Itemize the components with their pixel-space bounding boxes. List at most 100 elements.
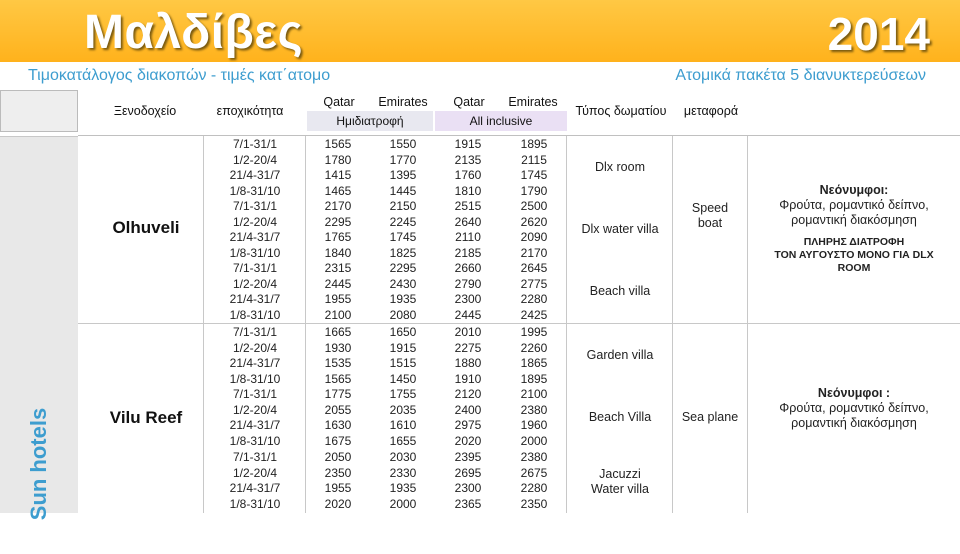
price-value: 2245 (389, 214, 417, 229)
hotel-separator (78, 323, 960, 324)
header-room-type: Τύπος δωματίου (575, 104, 667, 118)
price-value: 1770 (389, 152, 417, 167)
room-type-cell: Dlx room (567, 160, 673, 175)
header-emirates-ai: Emirates (508, 95, 558, 109)
price-value: 7/1-31/1 (232, 137, 278, 151)
price-value: 2430 (389, 276, 417, 291)
price-value: 1910 (454, 371, 482, 386)
note-extra: ROOM (837, 262, 871, 274)
price-value: 1765 (324, 230, 352, 244)
price-value: 2090 (520, 230, 548, 244)
price-value: 2300 (454, 292, 482, 306)
price-value: 7/1-31/1 (232, 199, 278, 213)
price-value: 1840 (324, 245, 352, 260)
price-value: 2500 (520, 199, 548, 213)
price-value: 2330 (389, 465, 417, 480)
price-value: 2050 (324, 450, 352, 464)
price-value: 2185 (454, 245, 482, 260)
price-value: 2280 (520, 292, 548, 306)
price-value: 2135 (454, 152, 482, 167)
room-type-cell: Garden villa (567, 348, 673, 363)
price-value: 1/8-31/10 (229, 433, 281, 448)
price-value: 1535 (324, 356, 352, 370)
header-qatar-ai: Qatar (453, 95, 485, 109)
price-value: 1565 (324, 137, 352, 151)
season-cell: 7/1-31/1 1/2-20/4 21/4-31/7 1/8-31/10 (210, 137, 300, 199)
season-cell: 7/1-31/1 1/2-20/4 21/4-31/7 1/8-31/10 (210, 450, 300, 512)
price-value: 1415 (324, 168, 352, 182)
price-value: 2380 (520, 450, 548, 464)
note-olhuveli: Νεόνυμφοι: Φρούτα, ρομαντικό δείπνο, ρομ… (748, 183, 960, 275)
price-value: 2295 (324, 214, 352, 229)
header-qatar-hb: Qatar (323, 95, 355, 109)
header-corner-box (0, 90, 78, 132)
price-value: 2170 (520, 245, 548, 260)
emirates-half-board-cell: 2030 2330 1935 2000 (369, 450, 437, 512)
emirates-all-inclusive-cell: 2380 2675 2280 2350 (500, 450, 568, 512)
price-value: 2110 (455, 230, 481, 244)
price-value: 1675 (324, 433, 352, 448)
emirates-half-board-cell: 1755 2035 1610 1655 (369, 387, 437, 449)
qatar-half-board-cell: 1665 1930 1535 1565 (304, 325, 372, 387)
price-value: 21/4-31/7 (229, 481, 281, 495)
qatar-half-board-cell: 2050 2350 1955 2020 (304, 450, 372, 512)
price-value: 2515 (454, 199, 482, 213)
price-value: 2170 (324, 199, 352, 213)
price-value: 2055 (324, 402, 352, 417)
price-value: 21/4-31/7 (229, 292, 281, 306)
price-value: 2300 (454, 481, 482, 495)
qatar-all-inclusive-cell: 2660 2790 2300 2445 (434, 261, 502, 323)
price-value: 1665 (324, 325, 352, 339)
note-title: Νεόνυμφοι: (819, 183, 889, 197)
price-value: 1760 (454, 168, 482, 182)
price-value: 1/2-20/4 (232, 214, 278, 229)
price-value: 2080 (389, 307, 417, 322)
season-cell: 7/1-31/1 1/2-20/4 21/4-31/7 1/8-31/10 (210, 325, 300, 387)
qatar-all-inclusive-cell: 2515 2640 2110 2185 (434, 199, 502, 261)
price-value: 7/1-31/1 (232, 450, 278, 464)
price-value: 2790 (454, 276, 482, 291)
price-value: 1915 (389, 340, 417, 355)
price-value: 2280 (520, 481, 548, 495)
price-value: 1610 (389, 418, 417, 432)
price-value: 2295 (389, 261, 417, 275)
price-value: 1960 (520, 418, 548, 432)
price-value: 1465 (324, 183, 352, 198)
subtitle-left: Τιμοκατάλογος διακοπών - τιμές κατ΄ατομο (28, 67, 331, 84)
price-value: 21/4-31/7 (229, 418, 281, 432)
qatar-all-inclusive-cell: 2120 2400 2975 2020 (434, 387, 502, 449)
emirates-half-board-cell: 1650 1915 1515 1450 (369, 325, 437, 387)
qatar-half-board-cell: 2315 2445 1955 2100 (304, 261, 372, 323)
title-banner: Μαλδίβες 2014 (0, 0, 960, 62)
price-value: 2380 (520, 402, 548, 417)
price-value: 2640 (454, 214, 482, 229)
note-line: ρομαντική διακόσμηση (791, 213, 917, 227)
price-value: 1445 (389, 183, 417, 198)
room-type-cell: Beach Villa (567, 410, 673, 425)
price-value: 2010 (454, 325, 482, 339)
price-value: 2350 (520, 496, 548, 511)
qatar-half-board-cell: 2170 2295 1765 1840 (304, 199, 372, 261)
transfer-text: boat (697, 216, 723, 230)
emirates-all-inclusive-cell: 2100 2380 1960 2000 (500, 387, 568, 449)
emirates-all-inclusive-cell: 1895 2115 1745 1790 (500, 137, 568, 199)
note-vilu-reef: Νεόνυμφοι : Φρούτα, ρομαντικό δείπνο, ρο… (748, 386, 960, 431)
page-year: 2014 (827, 8, 930, 60)
price-value: 2020 (324, 496, 352, 511)
price-value: 2030 (389, 450, 417, 464)
price-value: 1/2-20/4 (232, 152, 278, 167)
header-divider (78, 135, 960, 136)
emirates-half-board-cell: 2150 2245 1745 1825 (369, 199, 437, 261)
price-value: 2645 (520, 261, 548, 275)
transfer-olhuveli: Speed boat (671, 201, 749, 231)
price-value: 1955 (324, 292, 352, 306)
price-value: 2150 (389, 199, 417, 213)
header-transfer: μεταφορά (683, 104, 739, 118)
note-title: Νεόνυμφοι : (817, 386, 891, 400)
header-emirates-hb: Emirates (378, 95, 428, 109)
transfer-text: Sea plane (681, 410, 739, 424)
price-value: 1780 (324, 152, 352, 167)
qatar-all-inclusive-cell: 1915 2135 1760 1810 (434, 137, 502, 199)
price-value: 21/4-31/7 (229, 356, 281, 370)
qatar-half-board-cell: 1565 1780 1415 1465 (304, 137, 372, 199)
